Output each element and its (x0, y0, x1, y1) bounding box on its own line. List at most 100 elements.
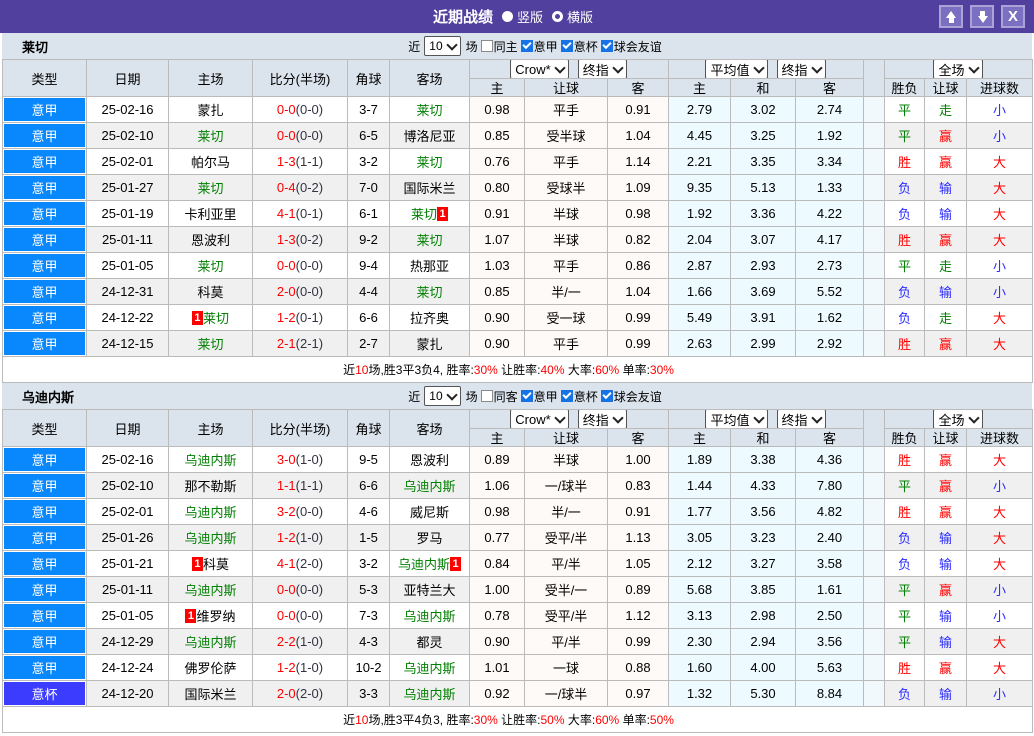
cell-result: 胜 (885, 149, 925, 175)
cell-away: 罗马 (390, 525, 470, 551)
recent-count-select-value: 10 (429, 389, 443, 403)
home-team-name: 乌迪内斯 (184, 635, 237, 650)
cell-avg-home: 1.92 (669, 201, 731, 227)
cell-result-goals: 小 (967, 253, 1033, 279)
same-venue-checkbox[interactable] (480, 40, 493, 52)
same-venue-checkbox[interactable] (480, 390, 493, 402)
cell-home: 乌迪内斯 (169, 629, 253, 655)
cell-odds-handicap: 平手 (525, 253, 608, 279)
result-text: 负 (897, 557, 911, 572)
col-type: 类型 (3, 60, 87, 97)
cell-league: 意甲 (3, 201, 87, 227)
home-team-name: 乌迪内斯 (184, 505, 237, 520)
col-result-handicap: 让球 (925, 429, 967, 447)
league-checkbox-1[interactable] (560, 390, 573, 402)
home-team-name: 莱切 (197, 259, 224, 274)
cell-spacer (864, 525, 885, 551)
cell-odds-away: 0.99 (608, 305, 669, 331)
halftime-score: (0-2) (295, 180, 324, 195)
cell-avg-away: 1.62 (796, 305, 864, 331)
cell-result: 负 (885, 681, 925, 707)
col-avg-home: 主 (669, 429, 731, 447)
scope-select-value: 全场 (938, 412, 965, 428)
final-odds-select-2[interactable]: 终指 (776, 410, 826, 428)
cell-odds-home: 0.84 (470, 551, 525, 577)
scope-select[interactable]: 全场 (933, 60, 983, 78)
league-checkbox-0[interactable] (520, 40, 533, 52)
home-team-name: 卡利亚里 (184, 207, 237, 222)
cell-odds-away: 0.89 (608, 577, 669, 603)
final-odds-select-2[interactable]: 终指 (776, 60, 826, 78)
cell-odds-away: 0.98 (608, 201, 669, 227)
cell-avg-home: 1.77 (669, 499, 731, 525)
result-text: 大 (992, 453, 1006, 468)
radio-horizontal[interactable]: 横版 (552, 7, 593, 26)
summary-part: 大率: (564, 363, 596, 377)
move-down-button[interactable] (970, 5, 994, 28)
cell-avg-home: 4.45 (669, 123, 731, 149)
league-checkbox-2[interactable] (600, 40, 613, 52)
average-select[interactable]: 平均值 (705, 410, 768, 428)
halftime-score: (0-1) (295, 206, 324, 221)
halftime-score: (0-2) (295, 232, 324, 247)
cell-corner: 6-6 (348, 473, 390, 499)
summary-part: 50% (540, 712, 565, 727)
close-button[interactable]: X (1001, 5, 1025, 28)
cell-odds-away: 1.09 (608, 175, 669, 201)
league-checkbox-2[interactable] (600, 390, 613, 402)
result-text: 输 (938, 207, 952, 222)
league-checkbox-0[interactable] (520, 390, 533, 402)
cell-away: 国际米兰 (390, 175, 470, 201)
recent-label: 近 (408, 389, 421, 404)
fulltime-score: 4-1 (276, 556, 296, 571)
cell-home: 莱切 (169, 123, 253, 149)
result-text: 平 (897, 583, 911, 598)
final-odds-select[interactable]: 终指 (577, 60, 627, 78)
cell-odds-handicap: 平/半 (525, 551, 608, 577)
company-select[interactable]: Crow* (510, 410, 569, 428)
cell-result-handicap: 赢 (925, 655, 967, 681)
cell-odds-home: 1.03 (470, 253, 525, 279)
league-checkbox-1[interactable] (560, 40, 573, 52)
cell-odds-handicap: 受球半 (525, 175, 608, 201)
move-up-button[interactable] (939, 5, 963, 28)
cell-league: 意甲 (3, 149, 87, 175)
cell-avg-away: 5.52 (796, 279, 864, 305)
cell-spacer (864, 499, 885, 525)
scope-select[interactable]: 全场 (933, 410, 983, 428)
cell-odds-away: 0.99 (608, 629, 669, 655)
recent-count-select[interactable]: 10 (424, 386, 461, 406)
away-team-name: 莱切 (416, 285, 443, 300)
fulltime-score: 0-0 (276, 582, 296, 597)
recent-count-select[interactable]: 10 (424, 36, 461, 56)
radio-vertical[interactable]: 竖版 (501, 7, 543, 26)
col-home: 主场 (169, 410, 253, 447)
cell-odds-handicap: 平手 (525, 149, 608, 175)
average-select-value: 平均值 (710, 412, 750, 428)
team-name: 莱切 (22, 39, 49, 55)
result-text: 平 (897, 259, 911, 274)
same-venue-label: 同主 (493, 39, 518, 54)
cell-date: 25-01-11 (87, 227, 169, 253)
fulltime-score: 0-0 (276, 608, 296, 623)
final-odds-select[interactable]: 终指 (577, 410, 627, 428)
cell-result-goals: 大 (967, 331, 1033, 357)
average-select[interactable]: 平均值 (705, 60, 768, 78)
cell-corner: 9-5 (348, 447, 390, 473)
result-text: 平 (897, 129, 911, 144)
cell-spacer (864, 577, 885, 603)
matches-label: 场 (465, 389, 478, 404)
summary-part: 场,胜3平3负4, 胜率: (368, 363, 474, 377)
cell-avg-away: 2.73 (796, 253, 864, 279)
summary-part: 30% (473, 362, 498, 377)
results-table: 类型 日期 主场 比分(半场) 角球 客场 Crow* 终指 平均值 终指 全场主让球客主和客胜负让… (2, 59, 1033, 383)
summary-part: 60% (595, 362, 620, 377)
result-text: 走 (938, 311, 952, 326)
company-select[interactable]: Crow* (510, 60, 569, 78)
summary-part: 让胜率: (497, 713, 541, 727)
halftime-score: (0-0) (295, 102, 324, 117)
cell-score: 3-2 (0-0) (253, 499, 348, 525)
cell-away: 热那亚 (390, 253, 470, 279)
cell-result-goals: 大 (967, 305, 1033, 331)
cell-odds-home: 0.76 (470, 149, 525, 175)
